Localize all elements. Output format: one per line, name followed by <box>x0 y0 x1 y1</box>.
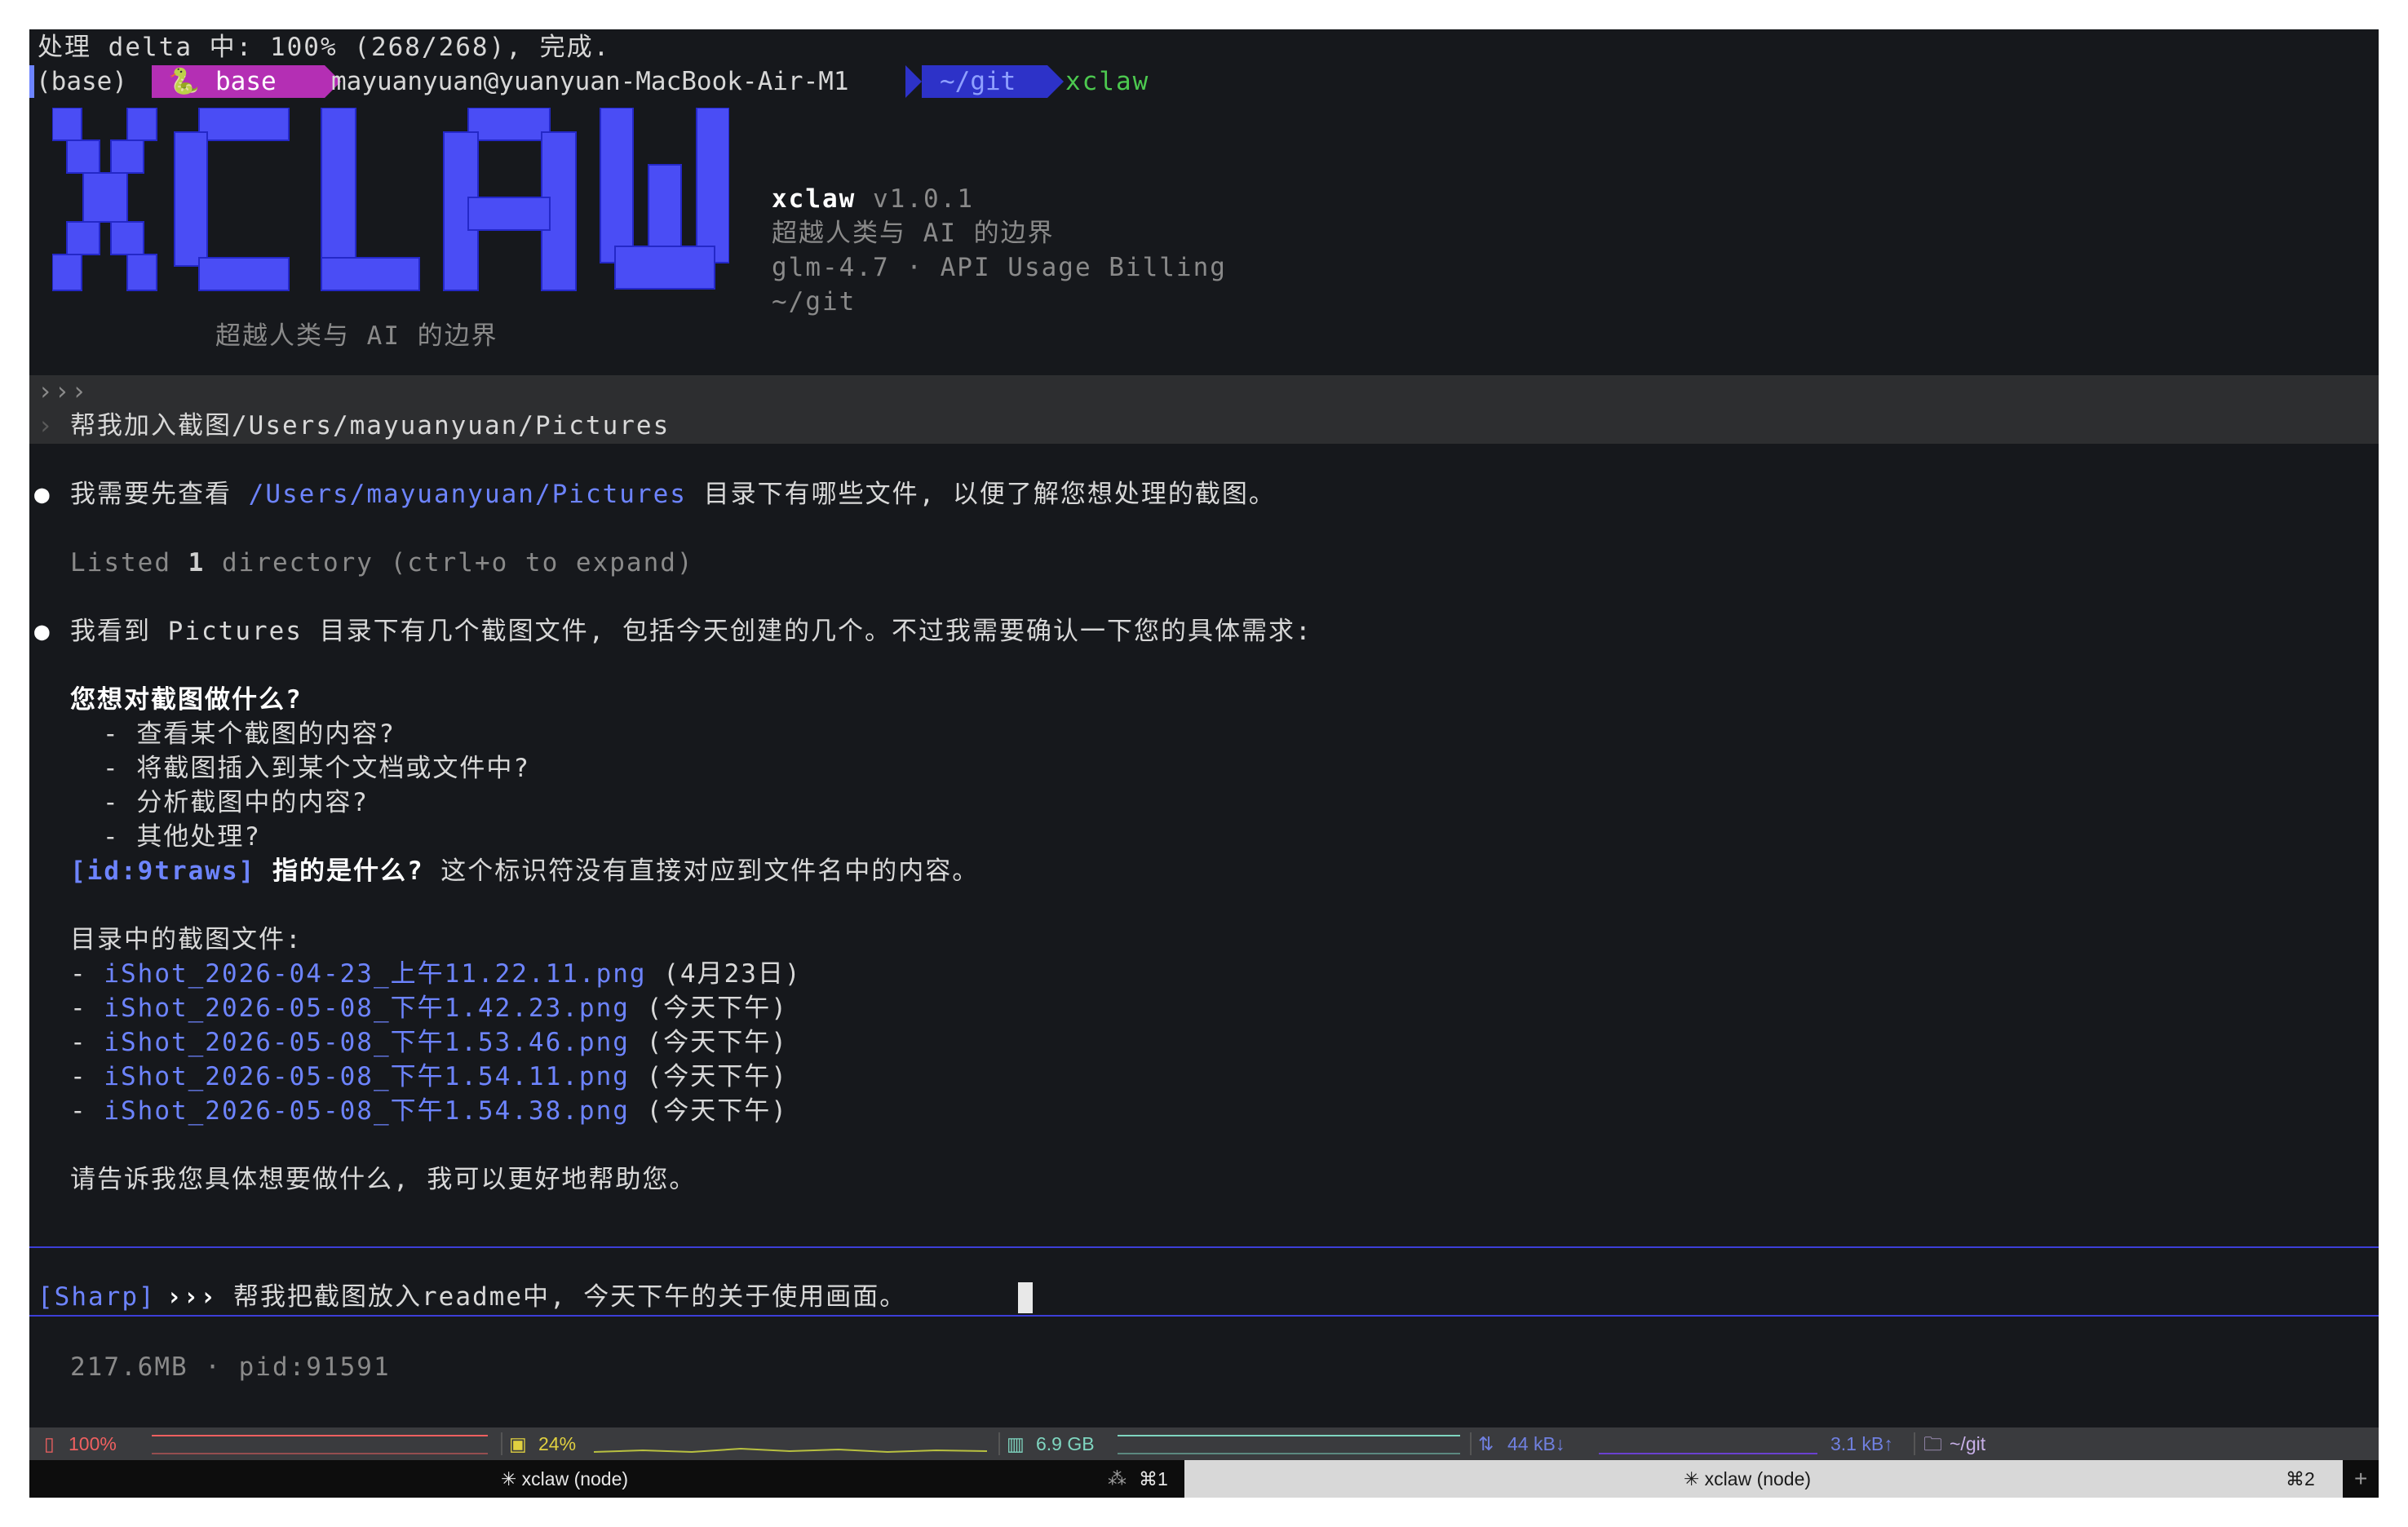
text-cursor <box>1018 1282 1033 1313</box>
banner-title: xclaw v1.0.1 <box>772 183 974 215</box>
process-info: 217.6MB · pid:91591 <box>70 1352 391 1382</box>
status-bar: ▯ 100% ▣ 24% ▥ 6.9 GB ⇅ 44 kB↓ 3.1 kB↑ 🗀… <box>29 1427 2379 1460</box>
logo-letter-c <box>174 108 290 291</box>
user-message-text: 帮我加入截图/Users/mayuanyuan/Pictures <box>70 411 671 440</box>
banner-cwd: ~/git <box>772 287 857 316</box>
prompt-env: (base) <box>36 67 127 96</box>
status-separator <box>501 1432 502 1455</box>
tab-label: ✳ xclaw (node) <box>501 1468 629 1489</box>
file-link[interactable]: iShot_2026-05-08_下午1.42.23.png <box>104 994 630 1023</box>
new-tab-icon[interactable]: + <box>2354 1460 2367 1498</box>
prompt-arrow-icon <box>905 65 922 98</box>
tab-shortcut: ⌘2 <box>2286 1468 2315 1489</box>
tool-result: Listed 1 directory (ctrl+o to expand) <box>70 548 694 578</box>
files-heading: 目录中的截图文件: <box>70 925 303 954</box>
input-prompt-marker: ››› <box>38 377 88 406</box>
file-item: - iShot_2026-05-08_下午1.54.38.png (今天下午) <box>70 1096 788 1126</box>
memory-icon: ▥ <box>1007 1433 1025 1454</box>
memory-graph <box>1118 1435 1460 1454</box>
app-version: v1.0.1 <box>873 184 974 214</box>
prompt-path: ~/git <box>922 65 1047 98</box>
input-marker: ››› <box>166 1282 217 1312</box>
mode-badge: [Sharp] <box>38 1282 156 1312</box>
tab-label: ✳ xclaw (node) <box>1684 1468 1812 1489</box>
file-link[interactable]: iShot_2026-05-08_下午1.54.11.png <box>104 1062 630 1091</box>
battery-graph <box>152 1435 488 1454</box>
network-graph <box>1599 1453 1817 1454</box>
id-tag: [id:9traws] <box>70 856 256 886</box>
option-item: - 其他处理? <box>103 822 261 852</box>
logo-tagline: 超越人类与 AI 的边界 <box>215 321 498 351</box>
memory-usage: 6.9 GB <box>1036 1433 1095 1454</box>
xclaw-logo <box>52 108 729 291</box>
prompt-command: xclaw <box>1065 67 1150 96</box>
prompt-conda-env: base <box>215 67 277 96</box>
bullet-icon: ● <box>34 617 51 646</box>
cpu-usage: 24% <box>538 1433 577 1454</box>
tab-1[interactable]: ✳ xclaw (node) ⁂ ⌘1 <box>29 1460 1183 1498</box>
snake-icon: 🐍 <box>168 67 200 96</box>
logo-letter-a <box>443 108 577 291</box>
status-separator <box>1914 1432 1915 1455</box>
option-item: - 查看某个截图的内容? <box>103 719 396 749</box>
cpu-graph <box>594 1447 987 1454</box>
file-link[interactable]: iShot_2026-04-23_上午11.22.11.png <box>104 959 646 989</box>
divider <box>29 1246 2379 1248</box>
divider <box>29 1315 2379 1317</box>
app-name: xclaw <box>772 184 857 214</box>
id-question: [id:9traws] 指的是什么? 这个标识符没有直接对应到文件名中的内容。 <box>70 856 980 886</box>
banner-model: glm-4.7 · API Usage Billing <box>772 253 1227 282</box>
cpu-icon: ▣ <box>509 1433 527 1454</box>
tab-2[interactable]: ✳ xclaw (node) ⌘2 <box>1184 1460 2343 1498</box>
status-separator <box>1470 1432 1472 1455</box>
input-prefix-marker: › <box>38 411 55 440</box>
prompt-arrow-icon <box>1047 65 1064 98</box>
network-icon: ⇅ <box>1478 1433 1494 1454</box>
current-dir: ~/git <box>1950 1433 1986 1454</box>
input-text[interactable]: 帮我把截图放入readme中, 今天下午的关于使用画面。 <box>233 1281 906 1313</box>
status-separator <box>998 1432 1000 1455</box>
network-down: 44 kB↓ <box>1507 1433 1565 1454</box>
file-item: - iShot_2026-04-23_上午11.22.11.png (4月23日… <box>70 959 802 989</box>
response-closing: 请告诉我您具体想要做什么, 我可以更好地帮助您。 <box>70 1165 697 1194</box>
prompt-user-host: mayuanyuan@yuanyuan-MacBook-Air-M1 <box>331 67 849 96</box>
bullet-icon: ● <box>34 480 51 509</box>
question-heading: 您想对截图做什么? <box>70 685 303 715</box>
tab-shortcut: ⌘1 <box>1139 1468 1168 1489</box>
file-item: - iShot_2026-05-08_下午1.54.11.png (今天下午) <box>70 1062 788 1091</box>
file-link[interactable]: iShot_2026-05-08_下午1.54.38.png <box>104 1096 630 1126</box>
battery-icon: ▯ <box>44 1433 55 1454</box>
prompt-marker <box>29 65 34 98</box>
terminal-window[interactable]: 处理 delta 中: 100% (268/268), 完成. (base) 🐍… <box>29 29 2379 1498</box>
network-up: 3.1 kB↑ <box>1830 1433 1893 1454</box>
file-item: - iShot_2026-05-08_下午1.42.23.png (今天下午) <box>70 994 788 1023</box>
progress-line: 处理 delta 中: 100% (268/268), 完成. <box>38 33 611 62</box>
file-item: - iShot_2026-05-08_下午1.53.46.png (今天下午) <box>70 1028 788 1057</box>
logo-letter-x <box>52 108 157 291</box>
option-item: - 将截图插入到某个文档或文件中? <box>103 754 530 783</box>
response-2-intro: 我看到 Pictures 目录下有几个截图文件, 包括今天创建的几个。不过我需要… <box>70 617 1312 646</box>
tab-bar: ✳ xclaw (node) ⁂ ⌘1 ✳ xclaw (node) ⌘2 + <box>29 1460 2379 1498</box>
file-link[interactable]: iShot_2026-05-08_下午1.53.46.png <box>104 1028 630 1057</box>
banner-tagline: 超越人类与 AI 的边界 <box>772 219 1055 248</box>
option-item: - 分析截图中的内容? <box>103 788 369 817</box>
logo-letter-w <box>600 108 729 290</box>
folder-icon: 🗀 <box>1923 1433 1942 1454</box>
battery-level: 100% <box>69 1433 117 1454</box>
response-1: 我需要先查看 /Users/mayuanyuan/Pictures 目录下有哪些… <box>70 480 1276 509</box>
logo-letter-l <box>321 108 420 291</box>
path-link[interactable]: /Users/mayuanyuan/Pictures <box>249 480 687 509</box>
spinner-icon: ⁂ <box>1108 1468 1127 1489</box>
